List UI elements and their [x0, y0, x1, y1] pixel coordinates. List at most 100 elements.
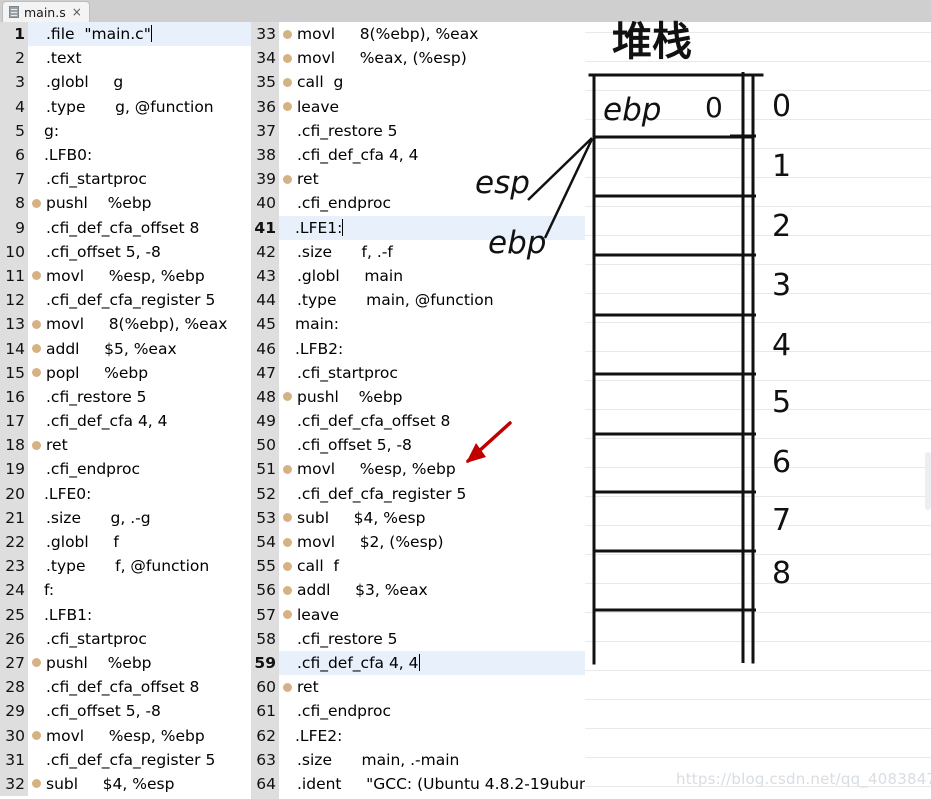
breakpoint-marker-icon[interactable] — [279, 22, 295, 46]
breakpoint-marker-icon[interactable] — [28, 361, 44, 385]
code-line[interactable]: 31 .cfi_def_cfa_register 5 — [0, 747, 251, 772]
breakpoint-gutter-slot[interactable] — [28, 627, 44, 651]
breakpoint-gutter-slot[interactable] — [279, 699, 295, 723]
code-line[interactable]: 30 movl %esp, %ebp — [0, 723, 251, 748]
code-line[interactable]: 41 .LFE1: — [251, 215, 585, 240]
breakpoint-marker-icon[interactable] — [279, 95, 295, 119]
code-line[interactable]: 54 movl $2, (%esp) — [251, 529, 585, 555]
code-line[interactable]: 43 .globl main — [251, 263, 585, 289]
breakpoint-gutter-slot[interactable] — [28, 119, 44, 143]
code-line[interactable]: 62 .LFE2: — [251, 723, 585, 748]
code-line[interactable]: 35 call g — [251, 70, 585, 95]
code-line[interactable]: 37 .cfi_restore 5 — [251, 118, 585, 143]
breakpoint-marker-icon[interactable] — [279, 167, 295, 191]
code-line[interactable]: 63 .size main, .-main — [251, 747, 585, 772]
code-line[interactable]: 24 f: — [0, 578, 251, 603]
breakpoint-gutter-slot[interactable] — [28, 143, 44, 167]
code-line[interactable]: 53 subl $4, %esp — [251, 505, 585, 530]
code-line[interactable]: 7 .cfi_startproc — [0, 167, 251, 192]
code-line[interactable]: 28 .cfi_def_cfa_offset 8 — [0, 675, 251, 700]
breakpoint-gutter-slot[interactable] — [279, 264, 295, 288]
code-line[interactable]: 15 popl %ebp — [0, 360, 251, 385]
breakpoint-gutter-slot[interactable] — [28, 288, 44, 312]
code-line[interactable]: 20 .LFE0: — [0, 481, 251, 506]
code-line[interactable]: 40 .cfi_endproc — [251, 191, 585, 216]
breakpoint-marker-icon[interactable] — [279, 46, 295, 70]
breakpoint-gutter-slot[interactable] — [28, 457, 44, 481]
code-line[interactable]: 26 .cfi_startproc — [0, 626, 251, 651]
breakpoint-marker-icon[interactable] — [28, 433, 44, 457]
breakpoint-gutter-slot[interactable] — [28, 748, 44, 772]
code-line[interactable]: 9 .cfi_def_cfa_offset 8 — [0, 215, 251, 240]
code-line[interactable]: 12 .cfi_def_cfa_register 5 — [0, 288, 251, 313]
code-line[interactable]: 64 .ident "GCC: (Ubuntu 4.8.2-19ubuntu1) … — [251, 771, 585, 796]
code-line[interactable]: 21 .size g, .-g — [0, 505, 251, 530]
breakpoint-gutter-slot[interactable] — [28, 506, 44, 530]
breakpoint-gutter-slot[interactable] — [279, 119, 295, 143]
code-line[interactable]: 25 .LFB1: — [0, 602, 251, 627]
code-line[interactable]: 32 subl $4, %esp — [0, 771, 251, 796]
breakpoint-marker-icon[interactable] — [28, 772, 44, 796]
breakpoint-gutter-slot[interactable] — [28, 530, 44, 554]
breakpoint-gutter-slot[interactable] — [279, 312, 295, 336]
code-line[interactable]: 47 .cfi_startproc — [251, 360, 585, 385]
breakpoint-marker-icon[interactable] — [28, 723, 44, 747]
code-line[interactable]: 50 .cfi_offset 5, -8 — [251, 433, 585, 458]
breakpoint-gutter-slot[interactable] — [28, 385, 44, 409]
code-line[interactable]: 39 ret — [251, 167, 585, 192]
code-line[interactable]: 3 .globl g — [0, 70, 251, 95]
breakpoint-gutter-slot[interactable] — [279, 361, 295, 385]
code-line[interactable]: 42 .size f, .-f — [251, 239, 585, 264]
code-line[interactable]: 4 .type g, @function — [0, 94, 251, 119]
breakpoint-marker-icon[interactable] — [28, 336, 44, 360]
breakpoint-gutter-slot[interactable] — [28, 240, 44, 264]
code-line[interactable]: 55 call f — [251, 554, 585, 579]
code-line[interactable]: 22 .globl f — [0, 529, 251, 555]
vertical-scrollbar[interactable] — [925, 22, 931, 799]
breakpoint-marker-icon[interactable] — [279, 578, 295, 602]
code-line[interactable]: 17 .cfi_def_cfa 4, 4 — [0, 409, 251, 434]
code-line[interactable]: 16 .cfi_restore 5 — [0, 384, 251, 409]
breakpoint-gutter-slot[interactable] — [279, 336, 295, 360]
breakpoint-gutter-slot[interactable] — [28, 167, 44, 191]
code-line[interactable]: 6 .LFB0: — [0, 142, 251, 168]
code-pane-left[interactable]: 1 .file "main.c" 2 .text 3 .globl g 4 .type g, … — [0, 22, 251, 799]
breakpoint-gutter-slot[interactable] — [28, 95, 44, 119]
breakpoint-gutter-slot[interactable] — [279, 216, 295, 240]
breakpoint-marker-icon[interactable] — [28, 651, 44, 675]
code-line[interactable]: 10 .cfi_offset 5, -8 — [0, 239, 251, 264]
breakpoint-marker-icon[interactable] — [279, 603, 295, 627]
code-line[interactable]: 33 movl 8(%ebp), %eax — [251, 22, 585, 47]
close-icon[interactable]: × — [72, 6, 82, 18]
breakpoint-marker-icon[interactable] — [28, 191, 44, 215]
code-line[interactable]: 14 addl $5, %eax — [0, 336, 251, 361]
breakpoint-marker-icon[interactable] — [279, 530, 295, 554]
breakpoint-gutter-slot[interactable] — [279, 627, 295, 651]
breakpoint-gutter-slot[interactable] — [28, 603, 44, 627]
breakpoint-gutter-slot[interactable] — [28, 70, 44, 94]
breakpoint-gutter-slot[interactable] — [28, 216, 44, 240]
code-line[interactable]: 58 .cfi_restore 5 — [251, 626, 585, 651]
code-line[interactable]: 44 .type main, @function — [251, 288, 585, 313]
code-line[interactable]: 38 .cfi_def_cfa 4, 4 — [251, 142, 585, 168]
breakpoint-gutter-slot[interactable] — [279, 433, 295, 457]
breakpoint-gutter-slot[interactable] — [28, 554, 44, 578]
code-line[interactable]: 61 .cfi_endproc — [251, 699, 585, 724]
code-line[interactable]: 23 .type f, @function — [0, 554, 251, 579]
code-line[interactable]: 29 .cfi_offset 5, -8 — [0, 699, 251, 724]
breakpoint-marker-icon[interactable] — [279, 457, 295, 481]
code-line[interactable]: 2 .text — [0, 46, 251, 71]
breakpoint-gutter-slot[interactable] — [279, 409, 295, 433]
breakpoint-gutter-slot[interactable] — [279, 143, 295, 167]
code-line[interactable]: 60 ret — [251, 675, 585, 700]
breakpoint-gutter-slot[interactable] — [279, 482, 295, 506]
code-line[interactable]: 11 movl %esp, %ebp — [0, 263, 251, 289]
breakpoint-gutter-slot[interactable] — [28, 675, 44, 699]
code-line[interactable]: 59 .cfi_def_cfa 4, 4 — [251, 650, 585, 676]
breakpoint-gutter-slot[interactable] — [279, 288, 295, 312]
code-line[interactable]: 56 addl $3, %eax — [251, 578, 585, 603]
scrollbar-thumb[interactable] — [925, 452, 931, 510]
code-line[interactable]: 13 movl 8(%ebp), %eax — [0, 312, 251, 337]
breakpoint-gutter-slot[interactable] — [28, 578, 44, 602]
breakpoint-gutter-slot[interactable] — [279, 191, 295, 215]
